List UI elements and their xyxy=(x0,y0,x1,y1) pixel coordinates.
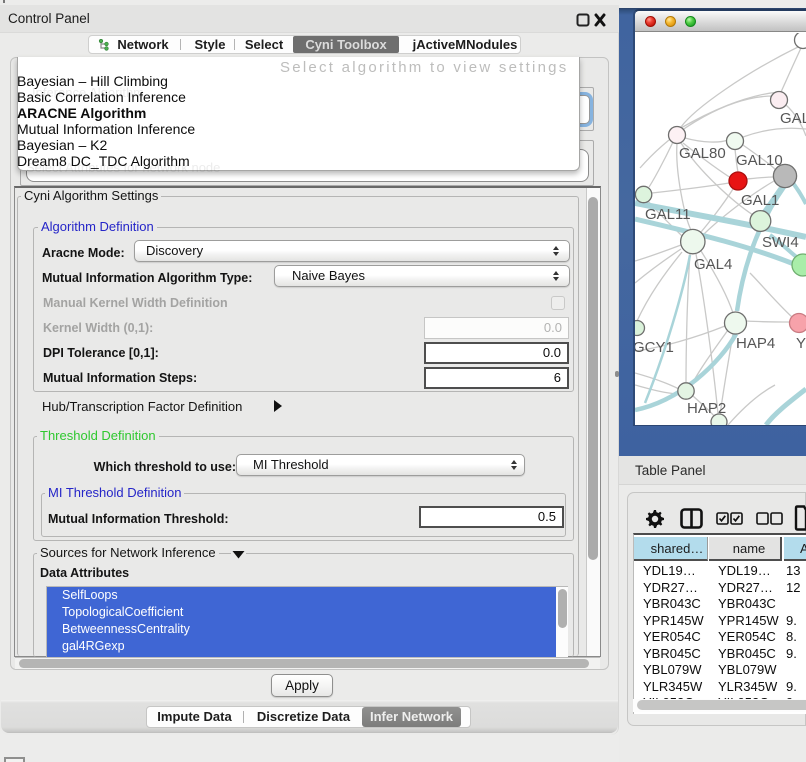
svg-text:GAL1: GAL1 xyxy=(741,192,779,209)
svg-text:HAP2: HAP2 xyxy=(687,400,726,417)
svg-text:GCY1: GCY1 xyxy=(635,339,674,356)
svg-text:HAP4: HAP4 xyxy=(736,335,775,352)
svg-text:GAL11: GAL11 xyxy=(645,206,691,223)
svg-text:GAL4: GAL4 xyxy=(694,256,732,273)
svg-text:GAL7: GAL7 xyxy=(780,110,806,127)
svg-text:GAL10: GAL10 xyxy=(736,152,783,169)
svg-text:SWI4: SWI4 xyxy=(762,234,799,251)
svg-text:GAL80: GAL80 xyxy=(679,145,726,162)
svg-text:YP: YP xyxy=(796,335,806,352)
